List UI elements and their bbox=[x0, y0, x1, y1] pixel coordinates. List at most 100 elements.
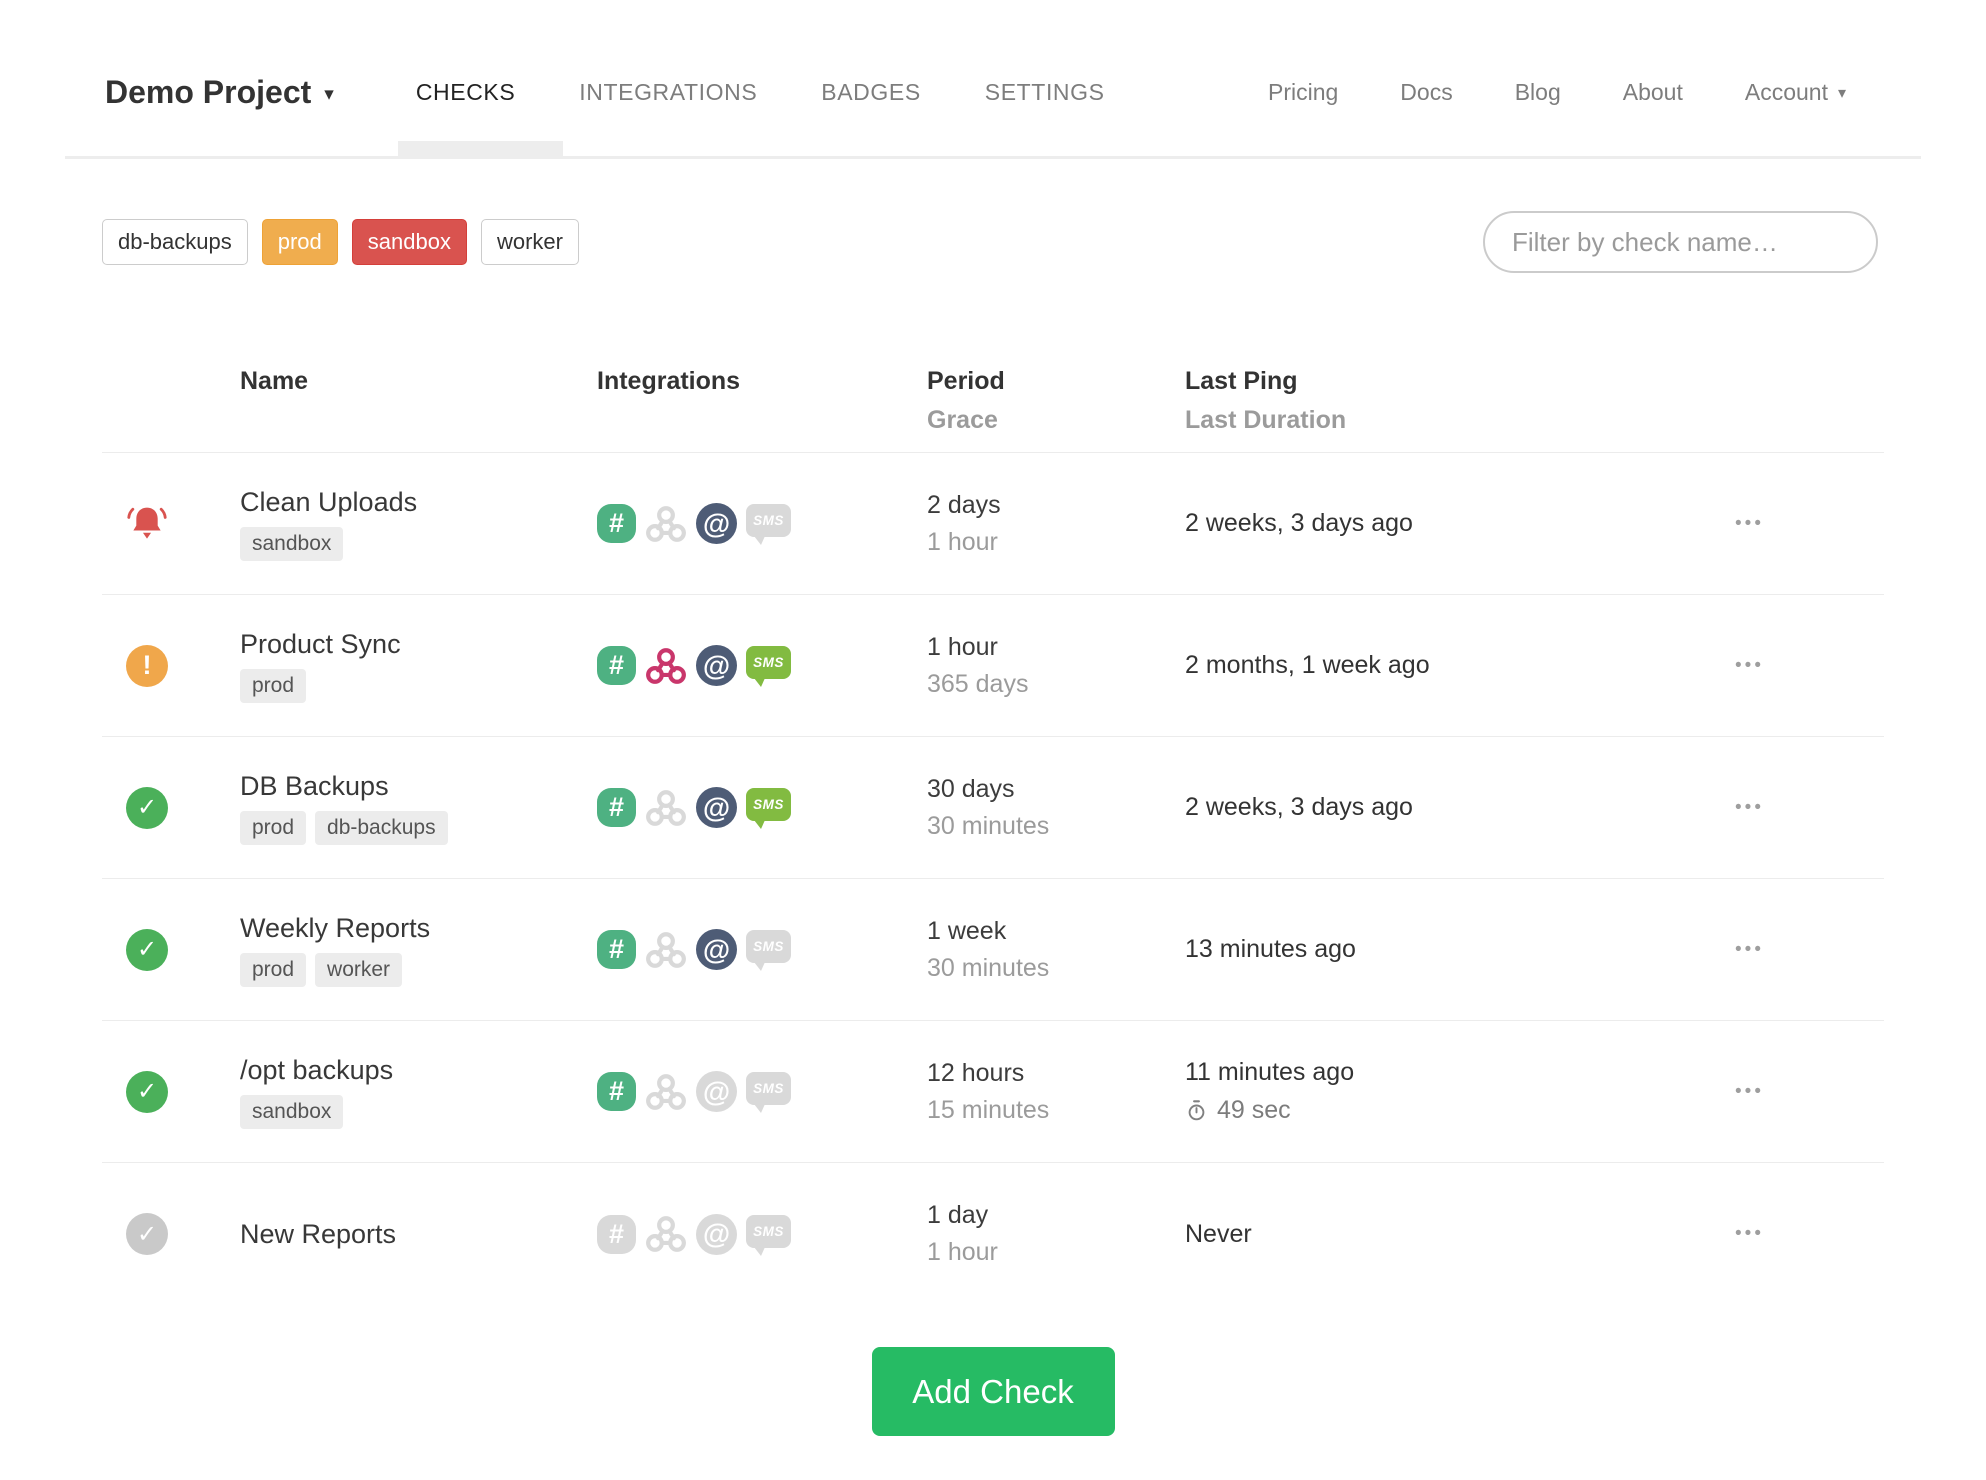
grace-value: 1 hour bbox=[927, 527, 998, 556]
sms-icon[interactable]: SMS bbox=[746, 1072, 791, 1113]
check-tag: db-backups bbox=[315, 810, 448, 845]
slack-icon[interactable]: # bbox=[597, 1214, 636, 1254]
sms-icon[interactable]: SMS bbox=[746, 504, 791, 545]
project-switcher[interactable]: Demo Project ▾ bbox=[105, 74, 334, 111]
row-menu-cell: ••• bbox=[1635, 655, 1884, 677]
site-links: Pricing Docs Blog About Account ▾ bbox=[1268, 79, 1846, 106]
name-cell: DB Backups prod db-backups bbox=[192, 771, 597, 845]
filter-toolbar: db-backups prod sandbox worker bbox=[102, 211, 1884, 273]
period-cell: 1 hour 365 days bbox=[927, 633, 1185, 699]
check-tags: prod worker bbox=[240, 952, 597, 987]
tag-filter-db-backups[interactable]: db-backups bbox=[102, 219, 248, 265]
tab-badges[interactable]: BADGES bbox=[821, 79, 920, 106]
email-icon[interactable]: @ bbox=[696, 1071, 737, 1112]
last-ping-cell: 2 weeks, 3 days ago bbox=[1185, 509, 1635, 538]
webhook-icon[interactable] bbox=[645, 503, 687, 545]
email-icon[interactable]: @ bbox=[696, 787, 737, 828]
grace-value: 30 minutes bbox=[927, 811, 1050, 840]
sms-icon[interactable]: SMS bbox=[746, 646, 791, 687]
link-docs[interactable]: Docs bbox=[1400, 79, 1452, 106]
tab-checks[interactable]: CHECKS bbox=[416, 79, 515, 106]
check-tags: prod bbox=[240, 668, 597, 703]
webhook-icon[interactable] bbox=[645, 645, 687, 687]
check-name[interactable]: Product Sync bbox=[240, 629, 597, 660]
tab-settings[interactable]: SETTINGS bbox=[985, 79, 1105, 106]
tag-filter-prod[interactable]: prod bbox=[261, 219, 338, 265]
period-value: 30 days bbox=[927, 774, 1015, 803]
check-name[interactable]: /opt backups bbox=[240, 1055, 597, 1086]
period-cell: 1 week 30 minutes bbox=[927, 917, 1185, 983]
new-status-icon: ✓ bbox=[126, 1213, 168, 1255]
tag-filter-sandbox[interactable]: sandbox bbox=[351, 219, 467, 265]
more-menu-icon[interactable]: ••• bbox=[1735, 1223, 1764, 1245]
email-icon[interactable]: @ bbox=[696, 929, 737, 970]
tab-integrations[interactable]: INTEGRATIONS bbox=[579, 79, 757, 106]
status-cell bbox=[102, 502, 192, 546]
period-cell: 30 days 30 minutes bbox=[927, 775, 1185, 841]
last-ping-value: Never bbox=[1185, 1219, 1252, 1248]
name-cell: Weekly Reports prod worker bbox=[192, 913, 597, 987]
slack-icon[interactable]: # bbox=[597, 1072, 636, 1111]
grace-value: 1 hour bbox=[927, 1238, 998, 1266]
check-name[interactable]: New Reports bbox=[240, 1219, 597, 1250]
more-menu-icon[interactable]: ••• bbox=[1735, 797, 1764, 819]
link-pricing[interactable]: Pricing bbox=[1268, 79, 1338, 106]
webhook-icon[interactable] bbox=[645, 929, 687, 971]
check-name[interactable]: DB Backups bbox=[240, 771, 597, 802]
col-header-integrations: Integrations bbox=[597, 367, 741, 395]
tag-filter-buttons: db-backups prod sandbox worker bbox=[102, 219, 579, 265]
slack-icon[interactable]: # bbox=[597, 646, 636, 685]
period-cell: 1 day 1 hour bbox=[927, 1201, 1185, 1267]
sms-icon[interactable]: SMS bbox=[746, 788, 791, 829]
tag-filter-worker[interactable]: worker bbox=[480, 219, 579, 265]
check-tag: prod bbox=[240, 952, 307, 987]
check-name[interactable]: Weekly Reports bbox=[240, 913, 597, 944]
link-about[interactable]: About bbox=[1623, 79, 1683, 106]
more-menu-icon[interactable]: ••• bbox=[1735, 1081, 1764, 1103]
status-cell: ✓ bbox=[102, 1213, 192, 1255]
webhook-icon[interactable] bbox=[645, 1213, 687, 1255]
sms-icon[interactable]: SMS bbox=[746, 1214, 791, 1256]
link-blog[interactable]: Blog bbox=[1515, 79, 1561, 106]
email-icon[interactable]: @ bbox=[696, 645, 737, 686]
name-cell: Clean Uploads sandbox bbox=[192, 487, 597, 561]
slack-icon[interactable]: # bbox=[597, 788, 636, 827]
active-tab-indicator bbox=[398, 141, 563, 156]
webhook-icon[interactable] bbox=[645, 1071, 687, 1113]
add-check-button[interactable]: Add Check bbox=[871, 1347, 1115, 1436]
check-tags: sandbox bbox=[240, 526, 597, 561]
status-cell: ! bbox=[102, 644, 192, 687]
slack-icon[interactable]: # bbox=[597, 930, 636, 969]
period-value: 12 hours bbox=[927, 1058, 1025, 1087]
last-ping-value: 2 weeks, 3 days ago bbox=[1185, 793, 1413, 821]
grace-value: 30 minutes bbox=[927, 953, 1050, 982]
last-duration: 49 sec bbox=[1185, 1096, 1635, 1125]
period-value: 1 week bbox=[927, 916, 1007, 945]
table-header: Name Integrations Period Grace Last Ping… bbox=[102, 273, 1884, 453]
row-menu-cell: ••• bbox=[1635, 797, 1884, 819]
last-ping-value: 13 minutes ago bbox=[1185, 935, 1356, 963]
table-row: ✓ /opt backups sandbox # @ SMS 12 hours … bbox=[102, 1021, 1884, 1163]
account-menu[interactable]: Account ▾ bbox=[1745, 79, 1846, 106]
check-tags: prod db-backups bbox=[240, 810, 597, 845]
up-status-icon: ✓ bbox=[126, 1070, 168, 1113]
integrations-cell: # @ SMS bbox=[597, 1071, 927, 1113]
more-menu-icon[interactable]: ••• bbox=[1735, 939, 1764, 961]
email-icon[interactable]: @ bbox=[696, 503, 737, 544]
check-name[interactable]: Clean Uploads bbox=[240, 487, 597, 518]
webhook-icon[interactable] bbox=[645, 787, 687, 829]
check-tag: sandbox bbox=[240, 526, 344, 561]
status-cell: ✓ bbox=[102, 928, 192, 971]
last-ping-cell: 13 minutes ago bbox=[1185, 935, 1635, 964]
check-name-filter-input[interactable] bbox=[1483, 211, 1878, 273]
col-header-last-ping: Last Ping bbox=[1185, 367, 1298, 395]
project-title: Demo Project bbox=[105, 73, 312, 110]
more-menu-icon[interactable]: ••• bbox=[1735, 655, 1764, 677]
more-menu-icon[interactable]: ••• bbox=[1735, 513, 1764, 535]
table-row: ✓ DB Backups prod db-backups # @ SMS 30 … bbox=[102, 737, 1884, 879]
period-value: 1 hour bbox=[927, 632, 998, 661]
slack-icon[interactable]: # bbox=[597, 504, 636, 543]
name-cell: /opt backups sandbox bbox=[192, 1055, 597, 1129]
email-icon[interactable]: @ bbox=[696, 1213, 737, 1255]
sms-icon[interactable]: SMS bbox=[746, 930, 791, 971]
